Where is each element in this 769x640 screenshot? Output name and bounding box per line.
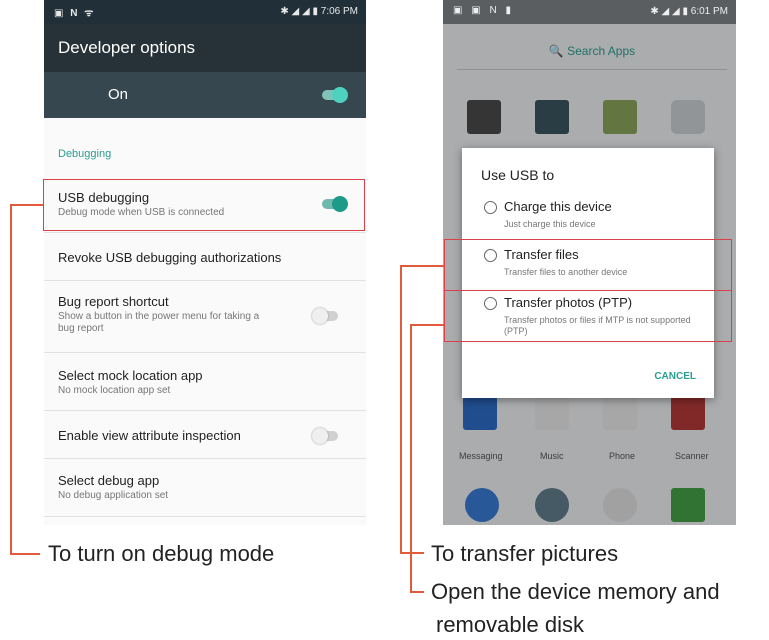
callout-line <box>410 324 412 592</box>
setting-debug-app[interactable]: Select debug app No debug application se… <box>44 473 366 502</box>
setting-title: Revoke USB debugging authorizations <box>58 250 282 265</box>
status-time: ✱ ◢ ◢ ▮ 7:06 PM <box>280 6 358 17</box>
highlight-transfer-files <box>444 239 732 291</box>
setting-subtitle: Show a button in the power menu for taki… <box>58 311 260 334</box>
bug-report-toggle[interactable] <box>312 308 342 324</box>
divider <box>44 280 366 281</box>
divider <box>44 458 366 459</box>
master-switch-label: On <box>108 86 129 103</box>
status-icons-left: ▣ ▣ N ▮ <box>453 5 514 16</box>
cancel-button[interactable]: CANCEL <box>654 371 696 382</box>
setting-subtitle: No debug application set <box>58 490 169 501</box>
highlight-transfer-photos <box>444 290 732 342</box>
section-header-debugging: Debugging <box>58 148 112 160</box>
app-bar: Developer options <box>44 24 366 72</box>
master-toggle[interactable] <box>320 87 350 103</box>
option-subtitle: Just charge this device <box>504 219 596 229</box>
callout-line <box>400 265 444 267</box>
setting-mock-location-app[interactable]: Select mock location app No mock locatio… <box>44 368 366 397</box>
callout-line <box>10 204 43 206</box>
divider <box>44 410 366 411</box>
callout-line <box>400 265 402 553</box>
status-bar: ▣ N ᯤ ✱ ◢ ◢ ▮ 7:06 PM <box>44 0 366 24</box>
option-title: Charge this device <box>504 199 612 214</box>
setting-subtitle: No mock location app set <box>58 385 171 396</box>
setting-title: Select mock location app <box>58 368 203 383</box>
caption-removable-disk: removable disk <box>436 612 584 637</box>
callout-line <box>10 204 12 554</box>
caption-device-memory: Open the device memory and <box>431 579 720 604</box>
page-title: Developer options <box>58 38 196 57</box>
callout-line <box>400 552 424 554</box>
view-attribute-toggle[interactable] <box>312 428 342 444</box>
status-bar: ▣ ▣ N ▮ ✱ ◢ ◢ ▮ 6:01 PM <box>443 0 736 24</box>
setting-title: Bug report shortcut <box>58 294 169 309</box>
divider <box>44 516 366 517</box>
radio-button[interactable] <box>484 201 497 214</box>
master-switch-bar[interactable]: On <box>44 72 366 118</box>
dialog-title: Use USB to <box>481 167 555 183</box>
caption-transfer-pictures: To transfer pictures <box>431 541 619 566</box>
setting-revoke-authorizations[interactable]: Revoke USB debugging authorizations <box>44 250 366 265</box>
developer-options-screen: ▣ N ᯤ ✱ ◢ ◢ ▮ 7:06 PM Developer options … <box>44 0 366 525</box>
caption-debug-mode: To turn on debug mode <box>48 541 275 566</box>
status-icons-left: ▣ N ᯤ <box>54 8 96 19</box>
highlight-usb-debugging <box>43 179 365 231</box>
callout-line <box>410 324 444 326</box>
divider <box>44 352 366 353</box>
status-time: ✱ ◢ ◢ ▮ 6:01 PM <box>650 6 728 17</box>
setting-title: Select debug app <box>58 473 160 488</box>
callout-line <box>10 553 40 555</box>
callout-line <box>410 591 424 593</box>
divider <box>44 232 366 233</box>
